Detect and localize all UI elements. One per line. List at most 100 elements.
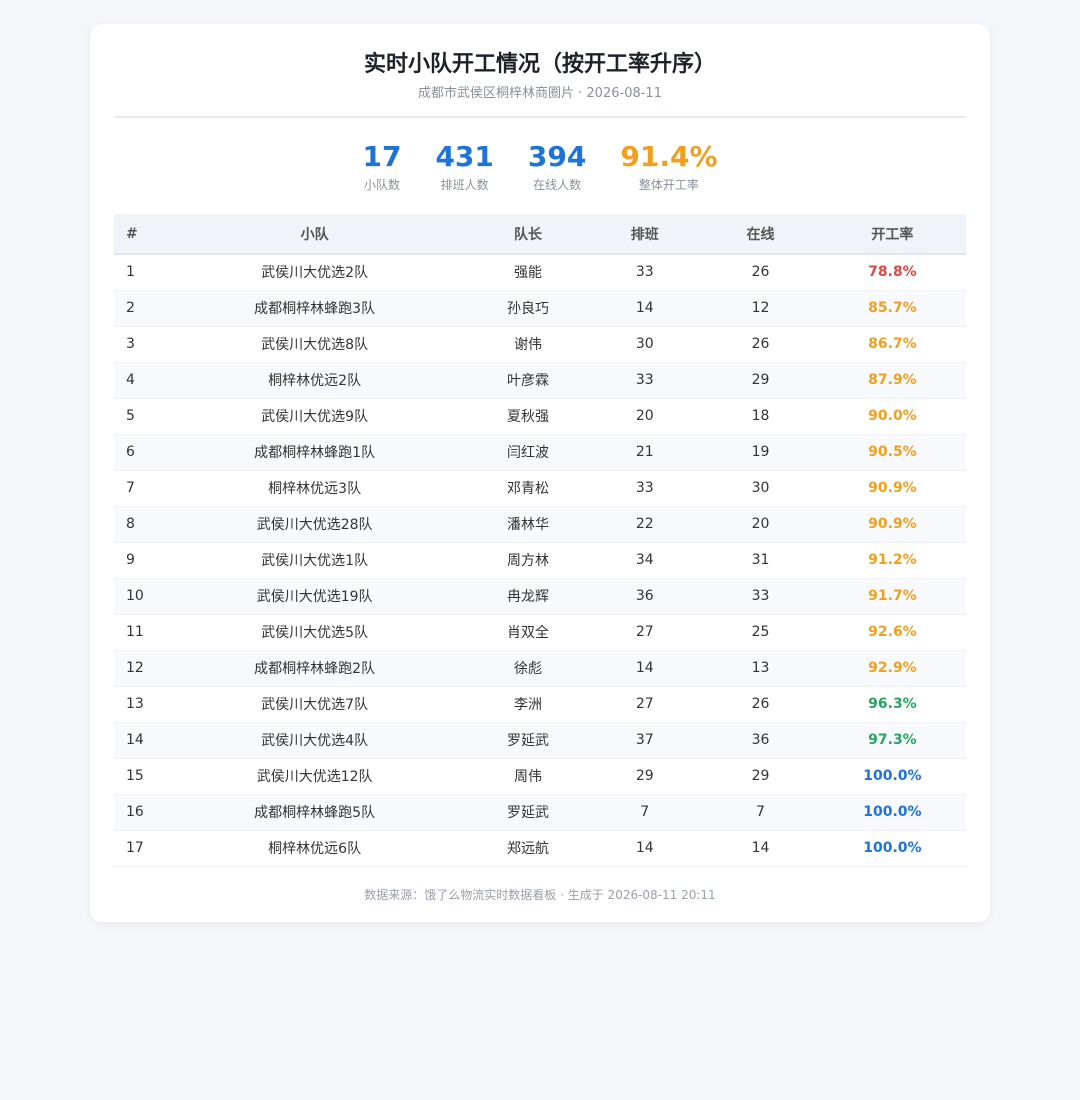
cell-rate: 90.9% <box>868 480 917 496</box>
stat-team-count: 17 小队数 <box>362 140 401 196</box>
table-row[interactable]: 9 武侯川大优选1队 周方林 34 31 91.2% <box>114 542 966 578</box>
cell-rate: 96.3% <box>868 696 917 712</box>
cell-team: 武侯川大优选4队 <box>261 733 369 749</box>
column-header-scheduled[interactable]: 排班 <box>587 214 702 254</box>
cell-rate: 90.9% <box>868 516 917 532</box>
cell-index: 14 <box>126 732 144 748</box>
cell-rate: 92.9% <box>868 660 917 676</box>
table-row[interactable]: 6 成都桐梓林蜂跑1队 闫红波 21 19 90.5% <box>114 434 966 470</box>
cell-team: 桐梓林优远6队 <box>268 841 362 857</box>
cell-rate: 92.6% <box>868 624 917 640</box>
cell-team: 武侯川大优选8队 <box>261 337 369 353</box>
footer-source: 数据来源：饿了么物流实时数据看板 · 生成于 2026-08-11 20:11 <box>364 887 716 902</box>
stat-label: 在线人数 <box>533 178 582 192</box>
cell-online: 36 <box>751 732 770 748</box>
cell-leader: 徐彪 <box>514 661 543 677</box>
cell-rate: 90.0% <box>868 408 917 424</box>
table-row[interactable]: 7 桐梓林优远3队 邓青松 33 30 90.9% <box>114 470 966 506</box>
column-header-online[interactable]: 在线 <box>702 214 819 254</box>
team-table: # 小队 队长 排班 在线 开工率 1 武侯川大优选2队 强能 33 26 78.8% 2 成… <box>114 214 966 867</box>
cell-team: 桐梓林优远3队 <box>268 481 362 497</box>
cell-rate: 87.9% <box>868 372 917 388</box>
report-card: 实时小队开工情况（按开工率升序） 成都市武侯区桐梓林商圈片 · 2026-08-… <box>90 24 990 922</box>
table-row[interactable]: 12 成都桐梓林蜂跑2队 徐彪 14 13 92.9% <box>114 650 966 686</box>
cell-scheduled: 7 <box>640 804 650 820</box>
table-header-row: # 小队 队长 排班 在线 开工率 <box>114 214 966 254</box>
page-title: 实时小队开工情况（按开工率升序） <box>363 52 716 77</box>
cell-online: 14 <box>751 840 770 856</box>
cell-scheduled: 37 <box>635 732 654 748</box>
cell-team: 武侯川大优选7队 <box>261 697 369 713</box>
cell-online: 19 <box>751 444 770 460</box>
stat-value: 91.4% <box>620 140 718 173</box>
cell-team: 武侯川大优选5队 <box>261 625 369 641</box>
cell-scheduled: 27 <box>635 624 654 640</box>
table-row[interactable]: 5 武侯川大优选9队 夏秋强 20 18 90.0% <box>114 398 966 434</box>
table-row[interactable]: 16 成都桐梓林蜂跑5队 罗延武 7 7 100.0% <box>114 794 966 830</box>
header-divider <box>114 116 966 118</box>
cell-online: 26 <box>751 336 770 352</box>
cell-scheduled: 14 <box>635 300 654 316</box>
table-row[interactable]: 14 武侯川大优选4队 罗延武 37 36 97.3% <box>114 722 966 758</box>
cell-leader: 谢伟 <box>514 337 543 353</box>
cell-scheduled: 29 <box>635 768 654 784</box>
table-row[interactable]: 3 武侯川大优选8队 谢伟 30 26 86.7% <box>114 326 966 362</box>
column-header-team[interactable]: 小队 <box>160 214 468 254</box>
cell-index: 15 <box>126 768 144 784</box>
cell-scheduled: 22 <box>635 516 654 532</box>
cell-index: 6 <box>126 444 135 460</box>
cell-online: 26 <box>751 264 770 281</box>
cell-scheduled: 34 <box>635 552 654 568</box>
cell-team: 成都桐梓林蜂跑5队 <box>254 805 376 821</box>
cell-online: 33 <box>751 588 770 604</box>
stat-label: 小队数 <box>363 178 400 192</box>
cell-rate: 91.7% <box>868 588 917 604</box>
cell-scheduled: 30 <box>635 336 654 352</box>
cell-online: 31 <box>751 552 770 568</box>
cell-leader: 孙良巧 <box>507 301 550 317</box>
cell-online: 26 <box>751 696 770 712</box>
cell-leader: 李洲 <box>514 697 543 713</box>
cell-scheduled: 27 <box>635 696 654 712</box>
cell-index: 2 <box>126 300 135 316</box>
cell-scheduled: 21 <box>635 444 654 460</box>
column-header-rate[interactable]: 开工率 <box>819 214 966 254</box>
stat-value: 17 <box>362 140 402 173</box>
cell-index: 9 <box>126 552 135 568</box>
cell-index: 12 <box>126 660 144 676</box>
cell-index: 8 <box>126 516 135 532</box>
table-row[interactable]: 1 武侯川大优选2队 强能 33 26 78.8% <box>114 254 966 290</box>
cell-index: 16 <box>126 804 144 820</box>
stat-label: 整体开工率 <box>638 178 699 192</box>
cell-online: 30 <box>751 480 770 496</box>
cell-scheduled: 33 <box>635 372 654 388</box>
column-header-leader[interactable]: 队长 <box>469 214 588 254</box>
cell-leader: 周伟 <box>514 769 543 785</box>
table-row[interactable]: 8 武侯川大优选28队 潘林华 22 20 90.9% <box>114 506 966 542</box>
cell-team: 武侯川大优选2队 <box>261 265 369 282</box>
cell-team: 武侯川大优选19队 <box>256 589 373 605</box>
cell-scheduled: 20 <box>635 408 654 424</box>
table-row[interactable]: 4 桐梓林优远2队 叶彦霖 33 29 87.9% <box>114 362 966 398</box>
cell-rate: 100.0% <box>863 804 922 820</box>
cell-index: 11 <box>126 624 144 640</box>
table-row[interactable]: 11 武侯川大优选5队 肖双全 27 25 92.6% <box>114 614 966 650</box>
table-row[interactable]: 10 武侯川大优选19队 冉龙辉 36 33 91.7% <box>114 578 966 614</box>
column-header-index[interactable]: # <box>114 214 160 254</box>
cell-leader: 潘林华 <box>507 517 550 533</box>
table-row[interactable]: 13 武侯川大优选7队 李洲 27 26 96.3% <box>114 686 966 722</box>
cell-online: 20 <box>751 516 770 532</box>
cell-rate: 91.2% <box>868 552 917 568</box>
table-row[interactable]: 15 武侯川大优选12队 周伟 29 29 100.0% <box>114 758 966 794</box>
cell-team: 武侯川大优选1队 <box>261 553 369 569</box>
stat-value: 394 <box>527 140 587 173</box>
cell-team: 武侯川大优选12队 <box>256 769 373 785</box>
table-row[interactable]: 17 桐梓林优远6队 郑远航 14 14 100.0% <box>114 830 966 866</box>
cell-online: 25 <box>751 624 770 640</box>
table-row[interactable]: 2 成都桐梓林蜂跑3队 孙良巧 14 12 85.7% <box>114 290 966 326</box>
cell-index: 4 <box>126 372 135 388</box>
cell-online: 7 <box>756 804 765 820</box>
cell-leader: 邓青松 <box>507 481 550 497</box>
cell-leader: 叶彦霖 <box>507 373 550 389</box>
cell-leader: 周方林 <box>507 553 550 569</box>
